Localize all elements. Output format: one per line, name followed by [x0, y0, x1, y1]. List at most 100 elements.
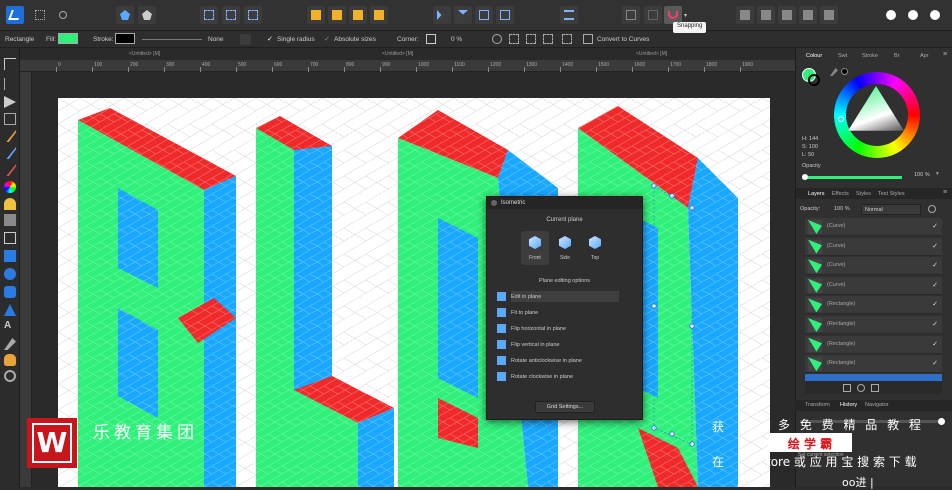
tab-navigator[interactable]: Navigator	[865, 402, 889, 408]
plane-top-button[interactable]: Top	[583, 231, 607, 265]
tab-transform[interactable]: Transform	[805, 402, 830, 408]
plane-front-button[interactable]: Front	[521, 231, 549, 265]
tab-layers[interactable]: Layers	[808, 191, 825, 197]
layer-visibility-check-icon[interactable]: ✓	[932, 340, 938, 348]
layer-row[interactable]: (Curve) ✓	[805, 218, 942, 236]
align-left-icon[interactable]	[200, 6, 218, 24]
panel-menu-icon[interactable]: ≡	[943, 51, 947, 58]
document-tab[interactable]: <Untitled> [M]	[129, 51, 160, 57]
fx-icon[interactable]	[871, 384, 879, 392]
layer-visibility-check-icon[interactable]: ✓	[932, 359, 938, 367]
layer-row[interactable]: (Curve) ✓	[805, 276, 942, 295]
snapping-dropdown-icon[interactable]: ▾	[684, 12, 687, 19]
layers-menu-icon[interactable]: ≡	[943, 189, 947, 196]
hue-handle[interactable]	[838, 116, 844, 122]
app-logo-icon[interactable]	[6, 6, 24, 24]
layer-row[interactable]: (Curve) ✓	[805, 237, 942, 256]
eyedropper-icon[interactable]	[4, 338, 16, 350]
stroke-colour-swatch[interactable]	[808, 74, 820, 86]
pixel-persona-icon[interactable]	[116, 6, 134, 24]
convert-curves-icon[interactable]	[583, 34, 593, 44]
ellipse-tool-icon[interactable]	[4, 268, 16, 280]
move-tool-icon[interactable]	[4, 58, 16, 70]
tab-styles[interactable]: Styles	[856, 191, 871, 197]
rotate-right-icon[interactable]	[496, 6, 514, 24]
hand-tool-icon[interactable]	[4, 354, 16, 366]
corner-value[interactable]: 0 %	[451, 36, 462, 43]
arrange-backward-icon[interactable]	[328, 6, 346, 24]
plane-side-button[interactable]: Side	[553, 231, 577, 265]
add-layer-icon[interactable]	[843, 384, 851, 392]
pen-tool-icon[interactable]	[6, 130, 16, 142]
designer-persona-icon[interactable]	[138, 6, 156, 24]
arrange-back-icon[interactable]	[307, 6, 325, 24]
arrange-forward-icon[interactable]	[349, 6, 367, 24]
stroke-swatch[interactable]	[115, 33, 135, 44]
flip-horizontal-option[interactable]: Flip horizontal in plane	[511, 326, 566, 332]
flip-horizontal-icon[interactable]	[433, 6, 451, 24]
fill-tool-icon[interactable]	[4, 181, 16, 193]
layer-row[interactable]: (Curve) ✓	[805, 257, 942, 276]
layer-visibility-check-icon[interactable]: ✓	[932, 300, 938, 308]
opacity-slider[interactable]	[802, 176, 902, 179]
view-mode-icon[interactable]	[904, 6, 922, 24]
overprint-icon[interactable]	[926, 6, 944, 24]
horizontal-ruler[interactable]: 0 100 200 300 400 500 600 700 800 900 1000 1100 1200…	[20, 60, 795, 72]
colour-picker-icon[interactable]	[830, 68, 838, 76]
node-tool-icon[interactable]	[4, 78, 16, 90]
boolean-add-icon[interactable]	[736, 6, 754, 24]
rotate-left-icon[interactable]	[475, 6, 493, 24]
align-right-icon[interactable]	[244, 6, 262, 24]
tab-brushes[interactable]: Br	[894, 53, 900, 59]
resize-icon[interactable]	[562, 34, 572, 44]
layer-row[interactable]: (Rectangle) ✓	[805, 355, 942, 374]
boolean-intersect-icon[interactable]	[778, 6, 796, 24]
layer-settings-icon[interactable]	[928, 205, 936, 213]
close-icon[interactable]	[491, 200, 497, 206]
tab-stroke[interactable]: Stroke	[862, 53, 878, 59]
selected-layer-row[interactable]	[805, 374, 942, 382]
select-arrow-icon[interactable]	[4, 96, 16, 108]
align-icon[interactable]	[543, 34, 553, 44]
arrange-front-icon[interactable]	[370, 6, 388, 24]
layer-opacity-value[interactable]: 100 %	[834, 206, 850, 212]
boolean-subtract-icon[interactable]	[757, 6, 775, 24]
assistant-icon[interactable]	[882, 6, 900, 24]
stroke-settings-icon[interactable]	[240, 34, 251, 45]
black-swatch-icon[interactable]	[841, 68, 848, 75]
tab-effects[interactable]: Effects	[832, 191, 849, 197]
single-radius-check-icon[interactable]: ✓	[267, 35, 273, 43]
isometric-titlebar[interactable]: Isometric	[487, 197, 642, 209]
pencil-tool-icon[interactable]	[6, 147, 16, 159]
rounded-rect-tool-icon[interactable]	[4, 286, 16, 298]
boolean-divide-icon[interactable]	[820, 6, 838, 24]
layer-row[interactable]: (Rectangle) ✓	[805, 335, 942, 354]
snap-grid-icon[interactable]	[622, 6, 640, 24]
rotate-anticlockwise-option[interactable]: Rotate anticlockwise in plane	[511, 358, 582, 364]
corner-tool-icon[interactable]	[4, 113, 16, 125]
snap-toggle-icon[interactable]	[644, 6, 662, 24]
tab-text-styles[interactable]: Text Styles	[878, 191, 905, 197]
grid-settings-button[interactable]: Grid Settings...	[535, 401, 595, 413]
history-slider-handle[interactable]	[938, 418, 945, 425]
edit-in-plane-option[interactable]: Edit in plane	[511, 294, 541, 300]
zoom-tool-icon[interactable]	[4, 370, 16, 382]
opacity-value[interactable]: 100 %	[914, 172, 930, 178]
document-tab[interactable]: <Untitled> [M]	[382, 51, 413, 57]
crop-tool-icon[interactable]	[4, 232, 16, 244]
constrain-icon[interactable]	[509, 34, 519, 44]
transform-origin-icon[interactable]	[492, 34, 502, 44]
convert-to-curves-button[interactable]: Convert to Curves	[597, 36, 649, 43]
place-image-icon[interactable]	[4, 214, 16, 226]
align-center-icon[interactable]	[222, 6, 240, 24]
layer-visibility-check-icon[interactable]: ✓	[932, 320, 938, 328]
adjustment-icon[interactable]	[857, 384, 865, 392]
layer-row[interactable]: (Rectangle) ✓	[805, 296, 942, 315]
tab-swatches[interactable]: Swt	[838, 53, 847, 59]
opacity-slider-handle[interactable]	[802, 174, 808, 180]
boolean-xor-icon[interactable]	[799, 6, 817, 24]
corner-type-dropdown[interactable]	[426, 34, 436, 44]
layer-row[interactable]: (Rectangle) ✓	[805, 316, 942, 334]
fit-to-plane-option[interactable]: Fit to plane	[511, 310, 538, 316]
stroke-width-slider[interactable]	[142, 39, 202, 40]
